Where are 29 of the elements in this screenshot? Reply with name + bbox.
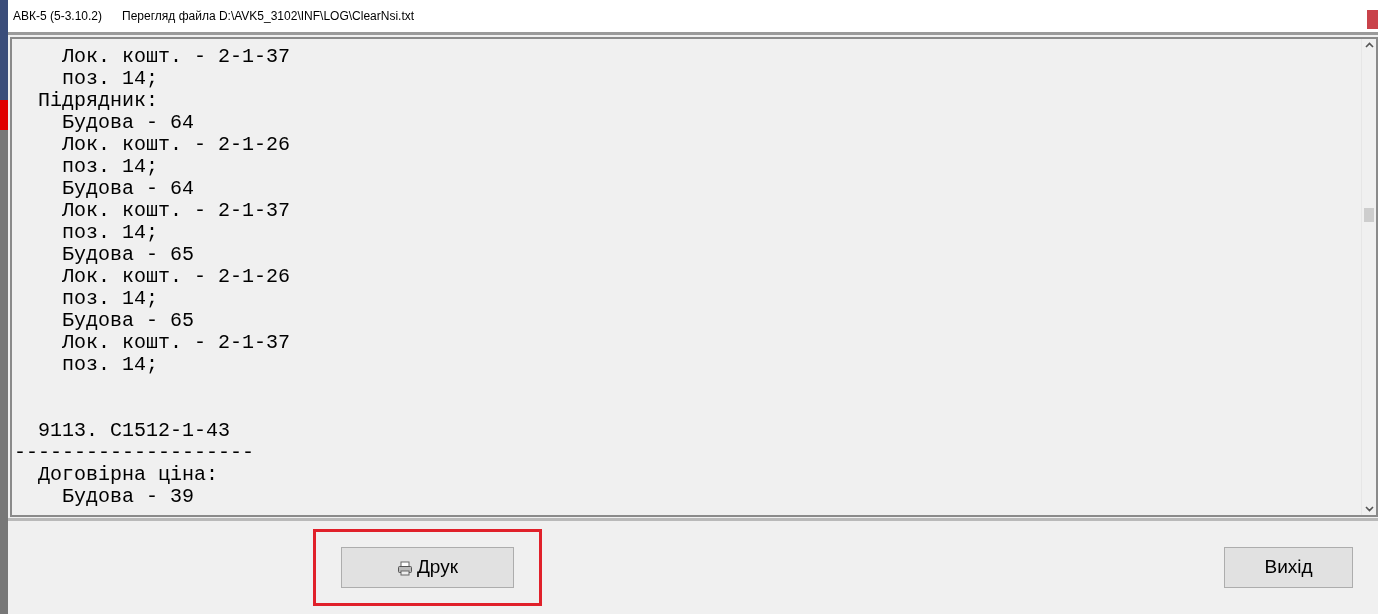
text-line: Лок. кошт. - 2-1-26	[61, 266, 291, 288]
window-title: АВК-5 (5-3.10.2)	[13, 8, 103, 25]
printer-icon	[396, 559, 413, 576]
exit-button[interactable]: Вихід	[1224, 547, 1353, 588]
window-subtitle: Перегляд файла D:\AVK5_3102\INF\LOG\ClearNsi.txt	[122, 8, 415, 25]
scroll-down-icon[interactable]	[1364, 506, 1374, 512]
text-line: 9113. С1512-1-43	[37, 420, 231, 442]
text-line: поз. 14;	[61, 222, 159, 244]
scroll-up-icon[interactable]	[1364, 42, 1374, 48]
scroll-bar[interactable]	[1361, 39, 1376, 515]
text-line: поз. 14;	[61, 68, 159, 90]
text-line: Будова - 64	[61, 178, 195, 200]
text-line: Будова - 65	[61, 310, 195, 332]
text-line: поз. 14;	[61, 288, 159, 310]
close-button[interactable]	[1367, 10, 1378, 29]
text-line: поз. 14;	[61, 354, 159, 376]
print-button[interactable]: Друк	[341, 547, 514, 588]
scroll-thumb[interactable]	[1364, 208, 1374, 222]
text-line: --------------------	[14, 442, 255, 464]
text-line: Лок. кошт. - 2-1-37	[61, 200, 291, 222]
text-line: поз. 14;	[61, 156, 159, 178]
text-line: Лок. кошт. - 2-1-26	[61, 134, 291, 156]
text-line: Будова - 39	[61, 486, 195, 508]
text-line: Будова - 64	[61, 112, 195, 134]
text-line: Будова - 65	[61, 244, 195, 266]
text-line: Лок. кошт. - 2-1-37	[61, 46, 291, 68]
text-line: Підрядник:	[37, 90, 159, 112]
text-line: Лок. кошт. - 2-1-37	[61, 332, 291, 354]
text-line: Договірна ціна:	[37, 464, 219, 486]
